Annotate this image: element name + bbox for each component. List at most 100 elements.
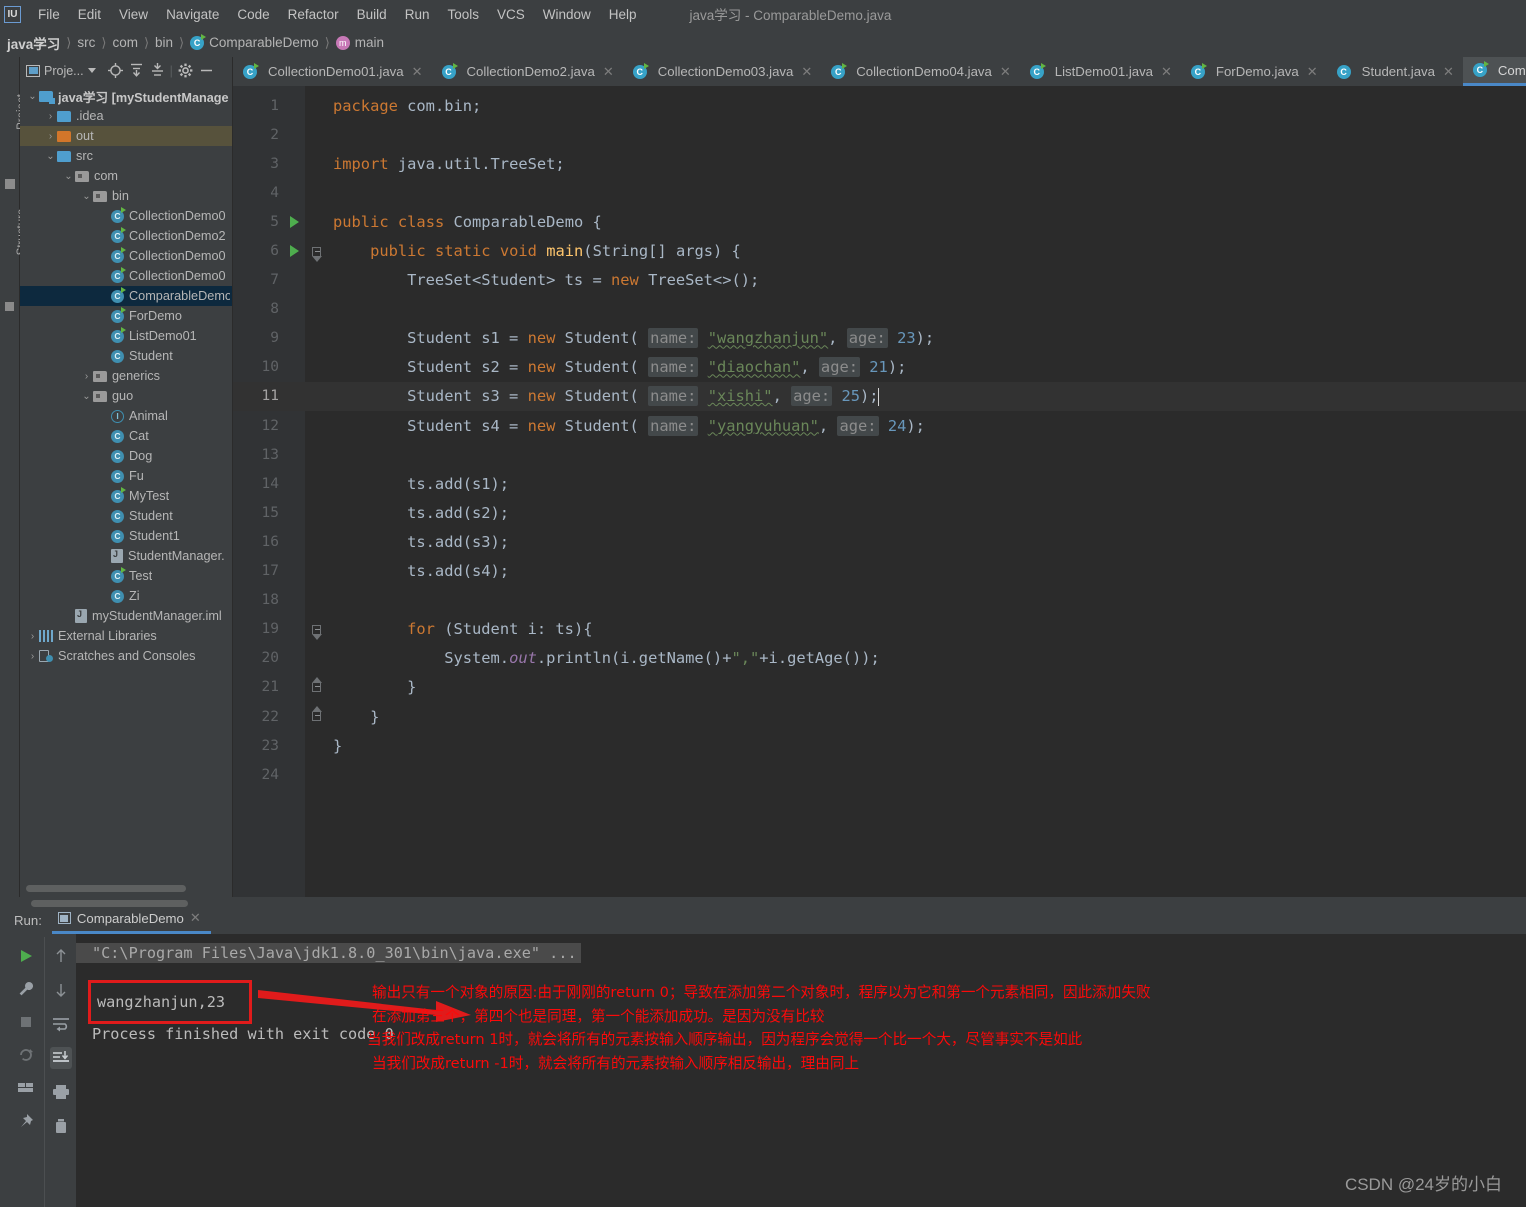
breadcrumb-item-project[interactable]: java学习	[2, 31, 65, 55]
console-output[interactable]: "C:\Program Files\Java\jdk1.8.0_301\bin\…	[76, 934, 1526, 1207]
breadcrumb-item-class[interactable]: C ComparableDemo	[185, 33, 324, 52]
tree-node-java-mystudentmanage[interactable]: ⌄ java学习 [myStudentManage	[20, 86, 232, 106]
run-icon[interactable]	[15, 945, 37, 967]
code-line-7[interactable]: 7 TreeSet<Student> ts = new TreeSet<>();	[233, 266, 1526, 295]
editor-tab-collectiondemo04-java[interactable]: C CollectionDemo04.java ✕	[821, 57, 1020, 86]
code-line-13[interactable]: 13	[233, 440, 1526, 469]
close-icon[interactable]: ✕	[1443, 64, 1454, 80]
soft-wrap-icon[interactable]	[50, 1013, 72, 1035]
code-line-15[interactable]: 15 ts.add(s2);	[233, 498, 1526, 527]
code-line-23[interactable]: 23}	[233, 731, 1526, 760]
tree-node-cat[interactable]: C Cat	[20, 426, 232, 446]
hide-panel-icon[interactable]	[198, 62, 215, 79]
down-arrow-icon[interactable]	[50, 979, 72, 1001]
pin-icon[interactable]	[15, 1110, 37, 1132]
tree-node-listdemo01[interactable]: C ListDemo01	[20, 326, 232, 346]
code-line-5[interactable]: 5 public class ComparableDemo {	[233, 207, 1526, 236]
menu-item-file[interactable]: File	[29, 4, 69, 25]
run-gutter-icon[interactable]	[289, 245, 299, 258]
code-line-9[interactable]: 9 Student s1 = new Student( name: "wangz…	[233, 324, 1526, 353]
chevron-down-icon[interactable]: ⌄	[80, 391, 93, 402]
editor-lines[interactable]: 1 package com.bin; 2 3 import java.util.Tree…	[233, 91, 1526, 789]
menu-item-tools[interactable]: Tools	[438, 4, 488, 25]
tree-node-fordemo[interactable]: C ForDemo	[20, 306, 232, 326]
editor-tab-student-java[interactable]: C Student.java ✕	[1327, 57, 1463, 86]
tree-node-scratches-and-consoles[interactable]: › Scratches and Consoles	[20, 646, 232, 666]
tree-node-dog[interactable]: C Dog	[20, 446, 232, 466]
tree-node-test[interactable]: C Test	[20, 566, 232, 586]
tree-node-zi[interactable]: C Zi	[20, 586, 232, 606]
rerun-failed-icon[interactable]	[15, 1044, 37, 1066]
tree-node-student[interactable]: C Student	[20, 506, 232, 526]
tree-node-com[interactable]: ⌄ com	[20, 166, 232, 186]
stop-icon[interactable]	[15, 1011, 37, 1033]
chevron-down-icon[interactable]: ⌄	[44, 151, 57, 162]
tree-node-guo[interactable]: ⌄ guo	[20, 386, 232, 406]
code-line-18[interactable]: 18	[233, 586, 1526, 615]
tree-node-external-libraries[interactable]: › External Libraries	[20, 626, 232, 646]
chevron-down-icon[interactable]: ⌄	[62, 171, 75, 182]
fold-icon[interactable]	[311, 624, 322, 640]
locate-icon[interactable]	[107, 62, 124, 79]
chevron-right-icon[interactable]: ›	[44, 111, 57, 122]
code-line-22[interactable]: 22 }	[233, 702, 1526, 731]
tree-node-out[interactable]: › out	[20, 126, 232, 146]
editor-tab-comparabledem[interactable]: C ComparableDem	[1462, 57, 1526, 86]
tree-node-animal[interactable]: I Animal	[20, 406, 232, 426]
close-icon[interactable]: ✕	[412, 64, 423, 80]
editor-tab-collectiondemo2-java[interactable]: C CollectionDemo2.java ✕	[432, 57, 623, 86]
editor-tab-collectiondemo03-java[interactable]: C CollectionDemo03.java ✕	[623, 57, 822, 86]
chevron-right-icon[interactable]: ›	[26, 651, 39, 662]
code-line-24[interactable]: 24	[233, 760, 1526, 789]
fold-icon[interactable]	[311, 706, 322, 722]
code-line-20[interactable]: 20 System.out.println(i.getName()+","+i.…	[233, 644, 1526, 673]
chevron-down-icon[interactable]: ⌄	[80, 191, 93, 202]
code-line-10[interactable]: 10 Student s2 = new Student( name: "diao…	[233, 353, 1526, 382]
editor-tab-bar[interactable]: C CollectionDemo01.java ✕ C CollectionDemo2.…	[233, 57, 1526, 86]
editor-tab-fordemo-java[interactable]: C ForDemo.java ✕	[1181, 57, 1327, 86]
tree-node-mytest[interactable]: C MyTest	[20, 486, 232, 506]
close-icon[interactable]: ✕	[603, 64, 614, 80]
project-tree[interactable]: ⌄ java学习 [myStudentManage › .idea › out ⌄ src ⌄ c…	[20, 84, 232, 666]
collapse-all-icon[interactable]	[149, 62, 166, 79]
menu-item-build[interactable]: Build	[348, 4, 396, 25]
close-icon[interactable]: ✕	[801, 64, 812, 80]
tree-node-collectiondemo0[interactable]: C CollectionDemo0	[20, 266, 232, 286]
breadcrumb-item-bin[interactable]: bin	[150, 33, 178, 52]
tree-node-fu[interactable]: C Fu	[20, 466, 232, 486]
tree-node-student1[interactable]: C Student1	[20, 526, 232, 546]
code-line-2[interactable]: 2	[233, 120, 1526, 149]
up-arrow-icon[interactable]	[50, 945, 72, 967]
editor-tab-listdemo01-java[interactable]: C ListDemo01.java ✕	[1020, 57, 1181, 86]
code-line-6[interactable]: 6 public static void main(String[] args)…	[233, 236, 1526, 265]
menu-item-navigate[interactable]: Navigate	[157, 4, 228, 25]
menu-item-code[interactable]: Code	[228, 4, 278, 25]
menu-item-window[interactable]: Window	[534, 4, 600, 25]
tree-node-collectiondemo0[interactable]: C CollectionDemo0	[20, 246, 232, 266]
code-line-12[interactable]: 12 Student s4 = new Student( name: "yang…	[233, 411, 1526, 440]
code-line-1[interactable]: 1 package com.bin;	[233, 91, 1526, 120]
print-icon[interactable]	[50, 1081, 72, 1103]
tree-node-mystudentmanager-iml[interactable]: myStudentManager.iml	[20, 606, 232, 626]
fold-icon[interactable]	[311, 246, 322, 262]
chevron-right-icon[interactable]: ›	[26, 631, 39, 642]
menu-item-view[interactable]: View	[110, 4, 157, 25]
menu-item-help[interactable]: Help	[600, 4, 646, 25]
tree-node-collectiondemo2[interactable]: C CollectionDemo2	[20, 226, 232, 246]
close-icon[interactable]: ✕	[190, 910, 201, 926]
tree-node-student[interactable]: C Student	[20, 346, 232, 366]
chevron-right-icon[interactable]: ›	[80, 371, 93, 382]
code-line-3[interactable]: 3 import java.util.TreeSet;	[233, 149, 1526, 178]
chevron-down-icon[interactable]: ⌄	[26, 91, 39, 102]
code-line-8[interactable]: 8	[233, 295, 1526, 324]
code-line-19[interactable]: 19 for (Student i: ts){	[233, 615, 1526, 644]
code-line-14[interactable]: 14 ts.add(s1);	[233, 469, 1526, 498]
breadcrumb-item-method[interactable]: m main	[331, 33, 389, 52]
tree-node-comparabledemo[interactable]: C ComparableDemo	[20, 286, 232, 306]
run-toolbar-primary[interactable]	[8, 937, 44, 1207]
tree-node-generics[interactable]: › generics	[20, 366, 232, 386]
close-icon[interactable]: ✕	[1161, 64, 1172, 80]
close-icon[interactable]: ✕	[1307, 64, 1318, 80]
close-icon[interactable]: ✕	[1000, 64, 1011, 80]
tree-node-bin[interactable]: ⌄ bin	[20, 186, 232, 206]
